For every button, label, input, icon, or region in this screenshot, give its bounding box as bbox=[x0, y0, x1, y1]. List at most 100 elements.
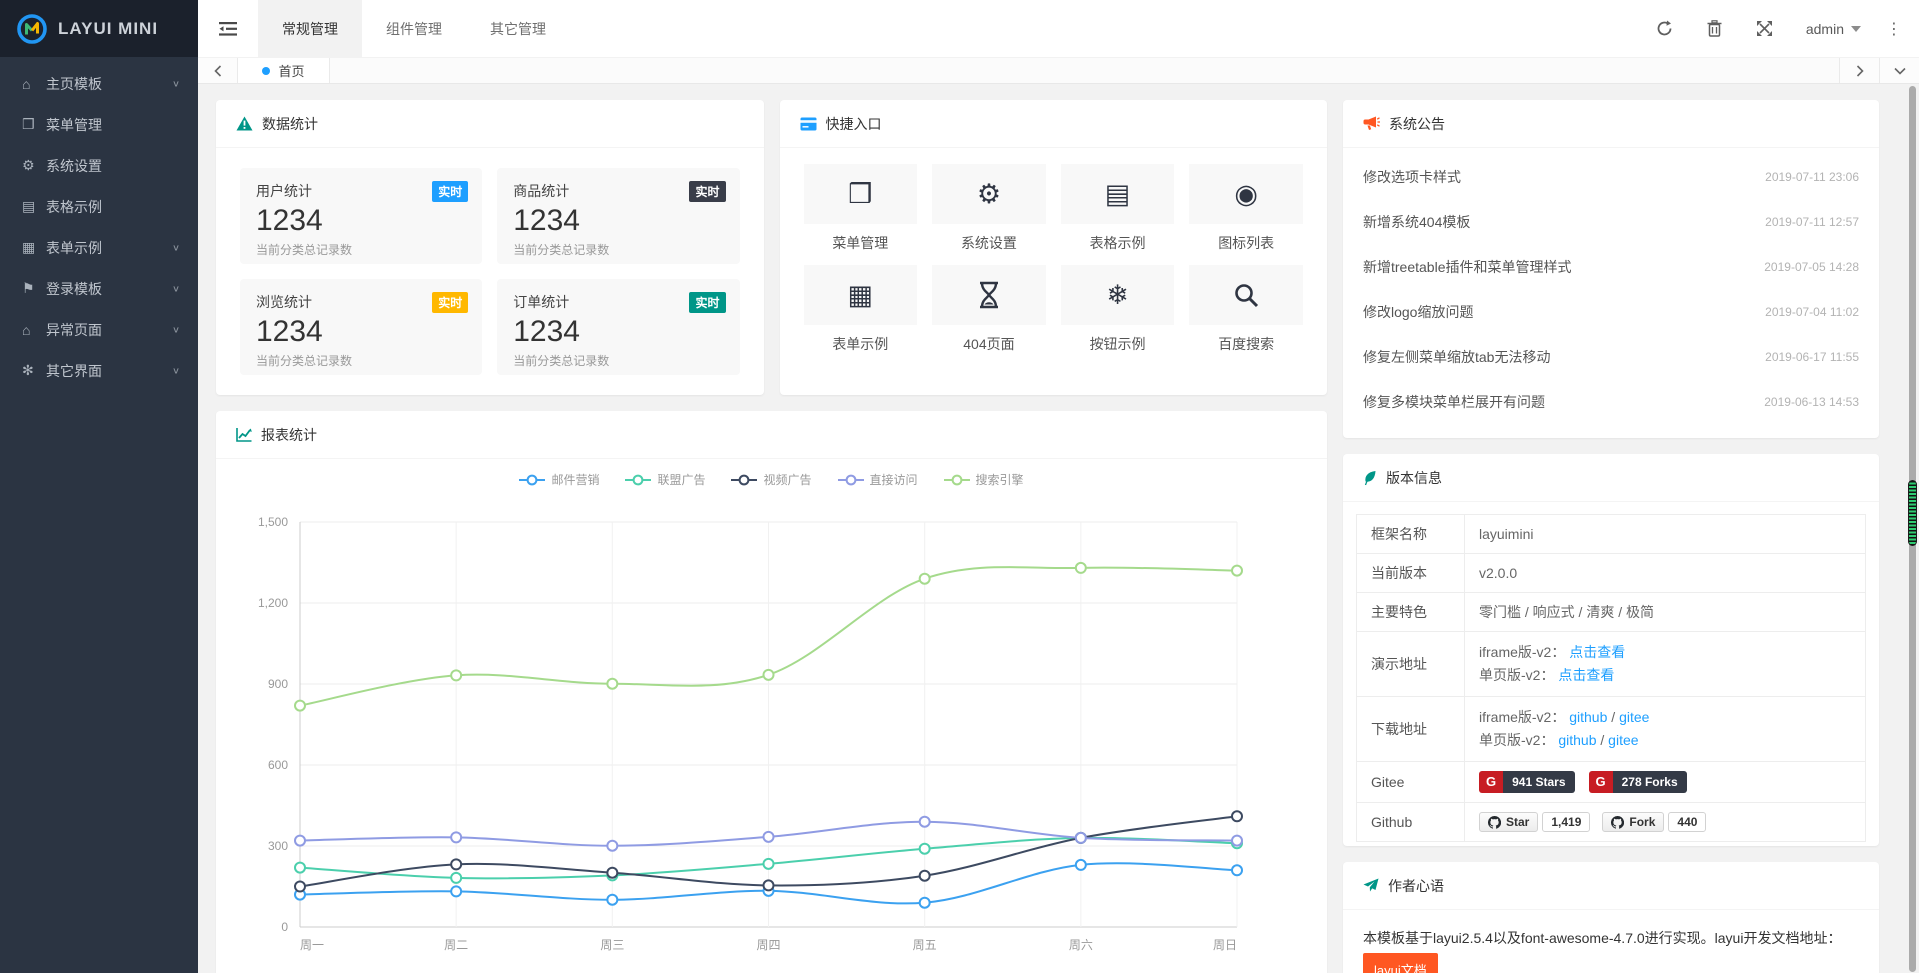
layui-doc-button[interactable]: layui文档 bbox=[1363, 953, 1438, 973]
gears-icon: ⚙ bbox=[22, 157, 46, 174]
quick-entry-表格示例[interactable]: ▤表格示例 bbox=[1061, 164, 1175, 253]
quick-entry-label: 百度搜索 bbox=[1189, 334, 1303, 354]
version-row-value: iframe版-v2： 点击查看单页版-v2： 点击查看 bbox=[1465, 632, 1866, 697]
tabs-scroll-right-button[interactable] bbox=[1839, 58, 1879, 83]
refresh-button[interactable] bbox=[1640, 0, 1690, 57]
collapse-sidebar-button[interactable] bbox=[198, 0, 258, 57]
stats-card-title: 数据统计 bbox=[262, 114, 318, 134]
scrollbar-thumb[interactable] bbox=[1908, 480, 1917, 546]
window-icon: ❒ bbox=[848, 181, 872, 208]
version-row-value: Star1,419 Fork440 bbox=[1465, 803, 1866, 842]
svg-text:300: 300 bbox=[268, 839, 288, 853]
logo[interactable]: LAYUI MINI bbox=[0, 0, 198, 57]
stat-desc: 当前分类总记录数 bbox=[513, 352, 723, 369]
quick-entry-表单示例[interactable]: ▦表单示例 bbox=[804, 265, 918, 354]
sidebar-item-label: 表单示例 bbox=[46, 238, 172, 258]
svg-text:周日: 周日 bbox=[1213, 938, 1237, 952]
svg-text:600: 600 bbox=[268, 758, 288, 772]
version-row-label: 框架名称 bbox=[1357, 515, 1465, 554]
quick-entry-系统设置[interactable]: ⚙系统设置 bbox=[932, 164, 1046, 253]
gitee-logo-icon: G bbox=[1589, 771, 1613, 793]
layui-mini-logo-icon bbox=[16, 13, 48, 45]
link-gitee[interactable]: gitee bbox=[1608, 732, 1638, 748]
svg-text:周四: 周四 bbox=[756, 938, 780, 952]
legend-item-邮件营销[interactable]: 邮件营销 bbox=[519, 471, 599, 488]
caret-down-icon bbox=[1851, 26, 1861, 37]
legend-label: 联盟广告 bbox=[657, 471, 705, 488]
legend-marker-icon bbox=[838, 474, 864, 486]
quick-entry-label: 404页面 bbox=[932, 334, 1046, 354]
home-icon: ⌂ bbox=[22, 322, 46, 338]
link-点击查看[interactable]: 点击查看 bbox=[1569, 644, 1625, 660]
sidebar-item-5[interactable]: ▦表单示例∨ bbox=[0, 227, 198, 268]
quick-entry-box: ▤ bbox=[1061, 164, 1175, 224]
expand-arrows-icon bbox=[1756, 20, 1773, 37]
tab-home[interactable]: 首页 bbox=[238, 58, 330, 83]
gitee-badge[interactable]: G941 Stars bbox=[1479, 771, 1575, 793]
quick-entry-404页面[interactable]: 404页面 bbox=[932, 265, 1046, 354]
version-row-label: 下载地址 bbox=[1357, 697, 1465, 762]
chart-legend: 邮件营销 联盟广告 视频广告 直接访问 搜索引擎 bbox=[216, 459, 1327, 490]
chevron-down-icon bbox=[1894, 67, 1906, 75]
announcement-date: 2019-06-17 11:55 bbox=[1765, 350, 1859, 364]
sidebar-item-8[interactable]: ✻其它界面∨ bbox=[0, 350, 198, 391]
gitee-badge[interactable]: G278 Forks bbox=[1589, 771, 1687, 793]
github-button: Star bbox=[1479, 812, 1538, 832]
version-row: 当前版本v2.0.0 bbox=[1357, 554, 1866, 593]
paper-plane-icon bbox=[1363, 878, 1379, 893]
legend-item-直接访问[interactable]: 直接访问 bbox=[838, 471, 918, 488]
quick-entry-菜单管理[interactable]: ❒菜单管理 bbox=[804, 164, 918, 253]
github-badge[interactable]: Star1,419 bbox=[1479, 812, 1590, 832]
quick-entry-按钮示例[interactable]: ❄按钮示例 bbox=[1061, 265, 1175, 354]
github-badge[interactable]: Fork440 bbox=[1602, 812, 1706, 832]
quick-entry-百度搜索[interactable]: 百度搜索 bbox=[1189, 265, 1303, 354]
announcement-row: 新增treetable插件和菜单管理样式2019-07-05 14:28 bbox=[1363, 244, 1859, 289]
link-gitee[interactable]: gitee bbox=[1619, 709, 1649, 725]
sidebar-item-7[interactable]: ⌂异常页面∨ bbox=[0, 309, 198, 350]
stat-value: 1234 bbox=[256, 203, 466, 239]
version-row: 下载地址iframe版-v2： github / gitee单页版-v2： gi… bbox=[1357, 697, 1866, 762]
link-github[interactable]: github bbox=[1569, 709, 1607, 725]
sidebar-item-6[interactable]: ⚑登录模板∨ bbox=[0, 268, 198, 309]
tabs-scroll-left-button[interactable] bbox=[198, 58, 238, 83]
link-github[interactable]: github bbox=[1558, 732, 1596, 748]
file-text-icon: ▤ bbox=[1105, 181, 1131, 208]
leaf-icon bbox=[1363, 470, 1377, 486]
quick-entry-box: ❄ bbox=[1061, 265, 1175, 325]
stat-desc: 当前分类总记录数 bbox=[256, 352, 466, 369]
scrollbar-track[interactable] bbox=[1909, 86, 1916, 972]
stat-desc: 当前分类总记录数 bbox=[513, 241, 723, 258]
module-tab-3[interactable]: 其它管理 bbox=[466, 0, 570, 57]
realtime-badge: 实时 bbox=[432, 181, 468, 202]
stat-panel: 商品统计实时1234当前分类总记录数 bbox=[497, 168, 739, 264]
legend-item-视频广告[interactable]: 视频广告 bbox=[731, 471, 811, 488]
sidebar-item-label: 登录模板 bbox=[46, 279, 172, 299]
version-row: 主要特色零门槛 / 响应式 / 清爽 / 极简 bbox=[1357, 593, 1866, 632]
home-icon: ⌂ bbox=[22, 76, 46, 92]
credit-card-icon bbox=[800, 117, 817, 131]
sidebar-item-3[interactable]: ⚙系统设置 bbox=[0, 145, 198, 186]
module-tab-1[interactable]: 常规管理 bbox=[258, 0, 362, 57]
module-tab-2[interactable]: 组件管理 bbox=[362, 0, 466, 57]
quick-entry-图标列表[interactable]: ◉图标列表 bbox=[1189, 164, 1303, 253]
more-options-button[interactable]: ⋮ bbox=[1877, 0, 1911, 57]
sidebar-item-2[interactable]: ❒菜单管理 bbox=[0, 104, 198, 145]
username: admin bbox=[1806, 21, 1844, 37]
version-row: 框架名称layuimini bbox=[1357, 515, 1866, 554]
announcement-row: 修复左侧菜单缩放tab无法移动2019-06-17 11:55 bbox=[1363, 334, 1859, 379]
realtime-badge: 实时 bbox=[689, 292, 725, 313]
version-row-label: 演示地址 bbox=[1357, 632, 1465, 697]
legend-item-联盟广告[interactable]: 联盟广告 bbox=[625, 471, 705, 488]
megaphone-icon bbox=[1363, 116, 1380, 131]
version-row: 演示地址iframe版-v2： 点击查看单页版-v2： 点击查看 bbox=[1357, 632, 1866, 697]
link-点击查看[interactable]: 点击查看 bbox=[1558, 667, 1614, 683]
clear-cache-button[interactable] bbox=[1690, 0, 1740, 57]
version-row-label: Gitee bbox=[1357, 762, 1465, 803]
sidebar-item-1[interactable]: ⌂主页模板∨ bbox=[0, 63, 198, 104]
svg-text:周二: 周二 bbox=[444, 938, 468, 952]
tabs-menu-button[interactable] bbox=[1879, 58, 1919, 83]
sidebar-item-4[interactable]: ▤表格示例 bbox=[0, 186, 198, 227]
legend-item-搜索引擎[interactable]: 搜索引擎 bbox=[944, 471, 1024, 488]
fullscreen-button[interactable] bbox=[1740, 0, 1790, 57]
user-menu[interactable]: admin bbox=[1790, 0, 1877, 57]
